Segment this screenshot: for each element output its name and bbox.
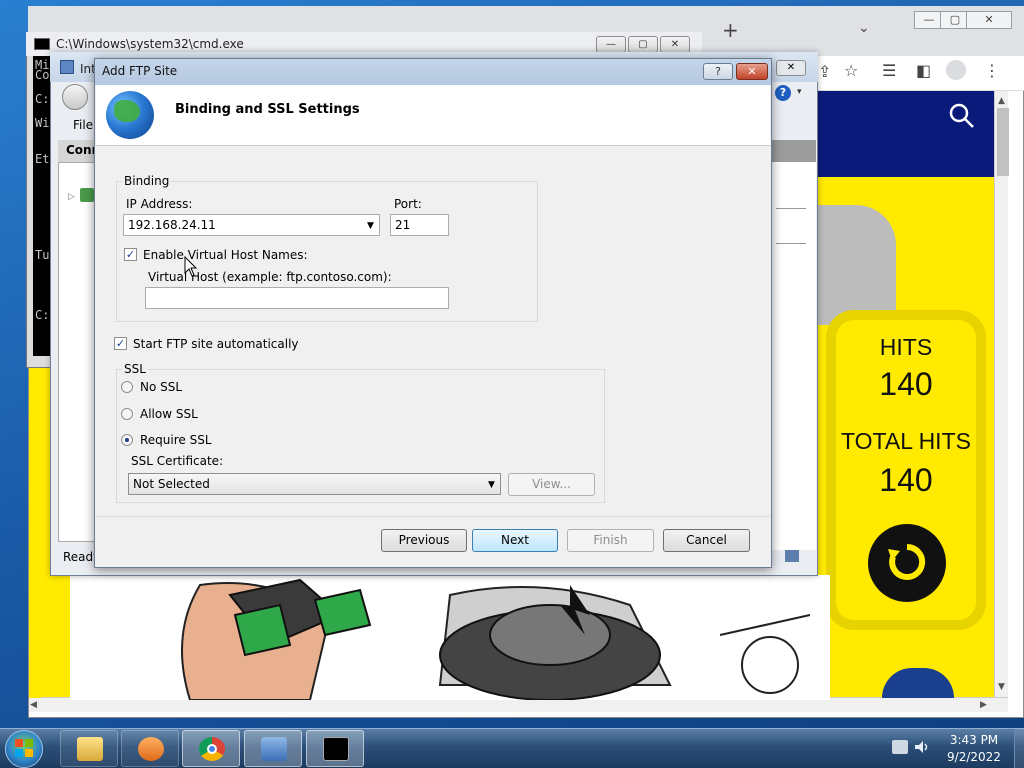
- cartoon-illustration: [70, 575, 830, 700]
- total-hits-value: 140: [879, 462, 933, 498]
- show-desktop-button[interactable]: [1014, 729, 1024, 768]
- chrome-close-button[interactable]: ✕: [966, 11, 1012, 29]
- iis-help-icon[interactable]: ?: [775, 85, 791, 101]
- divider: [776, 208, 806, 209]
- network-status-icon: [785, 550, 799, 562]
- divider: [96, 516, 770, 517]
- iis-close-button[interactable]: ✕: [776, 60, 806, 76]
- chrome-icon-center: [207, 744, 217, 754]
- volume-tray-icon[interactable]: [914, 740, 930, 754]
- iis-app-icon: [60, 60, 74, 74]
- allow-ssl-radio[interactable]: [121, 408, 133, 420]
- previous-button[interactable]: Previous: [381, 529, 467, 552]
- cmd-line: C:: [35, 308, 50, 322]
- new-tab-button[interactable]: +: [722, 18, 739, 42]
- cmd-app-icon: [34, 38, 50, 50]
- page-heading: Binding and SSL Settings: [175, 102, 360, 117]
- dialog-help-button[interactable]: ?: [703, 63, 733, 80]
- virtual-host-input[interactable]: [145, 287, 449, 309]
- connections-tree[interactable]: [58, 162, 98, 542]
- clock-time[interactable]: 3:43 PM: [940, 733, 1008, 747]
- view-certificate-button[interactable]: View...: [508, 473, 595, 496]
- network-tray-icon[interactable]: [892, 740, 908, 754]
- share-icon[interactable]: ⇪: [818, 62, 831, 81]
- cmd-title: C:\Windows\system32\cmd.exe: [56, 37, 244, 51]
- reset-arrow-icon: [888, 543, 926, 580]
- bookmark-star-icon[interactable]: ☆: [844, 61, 858, 80]
- server-node-icon[interactable]: [80, 188, 94, 202]
- scroll-up-arrow-icon[interactable]: ▲: [998, 96, 1005, 106]
- cmd-line: Co: [35, 68, 50, 82]
- allow-ssl-label: Allow SSL: [140, 407, 198, 421]
- cmd-line: C:: [35, 92, 50, 106]
- scroll-left-arrow-icon[interactable]: ◀: [30, 700, 37, 710]
- media-player-icon: [138, 737, 164, 761]
- chrome-menu-icon[interactable]: ⋮: [984, 61, 1000, 80]
- gray-decorative-panel: [818, 205, 896, 325]
- cancel-button[interactable]: Cancel: [663, 529, 750, 552]
- enable-virtual-host-label: Enable Virtual Host Names:: [143, 248, 308, 262]
- taskbar-chrome-button[interactable]: [182, 730, 240, 767]
- vertical-scrollbar[interactable]: [994, 91, 1008, 698]
- reading-list-icon[interactable]: ☰: [882, 61, 896, 80]
- dialog-close-button[interactable]: ✕: [736, 63, 768, 80]
- iis-right-pane: [772, 162, 816, 550]
- hits-value: 140: [879, 366, 933, 402]
- tree-expand-icon[interactable]: ▷: [68, 192, 75, 202]
- port-input[interactable]: 21: [390, 214, 449, 236]
- cmd-line: Et: [35, 152, 50, 166]
- start-automatically-checkbox[interactable]: ✓: [114, 337, 127, 350]
- enable-virtual-host-checkbox[interactable]: ✓: [124, 248, 137, 261]
- vertical-scrollbar-thumb[interactable]: [997, 108, 1009, 176]
- folder-icon: [77, 737, 103, 761]
- search-icon[interactable]: [948, 102, 976, 130]
- cmd-line: Wi: [35, 116, 50, 130]
- cmd-line: Tu: [35, 248, 50, 262]
- finish-button[interactable]: Finish: [567, 529, 654, 552]
- hits-label: HITS: [879, 334, 933, 360]
- ip-address-combo[interactable]: 192.168.24.11: [123, 214, 380, 236]
- ip-dropdown-arrow-icon[interactable]: ▼: [367, 221, 374, 231]
- require-ssl-radio[interactable]: [121, 434, 133, 446]
- require-ssl-label: Require SSL: [140, 433, 212, 447]
- profile-avatar-icon[interactable]: [946, 60, 966, 80]
- total-hits-label: TOTAL HITS: [841, 428, 971, 454]
- dialog-title: Add FTP Site: [102, 64, 178, 78]
- iis-manager-icon: [261, 737, 287, 761]
- scroll-right-arrow-icon[interactable]: ▶: [980, 700, 987, 710]
- help-dropdown-icon[interactable]: ▾: [797, 87, 802, 97]
- clock-date[interactable]: 9/2/2022: [940, 750, 1008, 764]
- next-button[interactable]: Next: [472, 529, 558, 552]
- file-menu[interactable]: File: [73, 118, 93, 132]
- windows-logo-icon: [15, 739, 33, 757]
- dialog-title-bar[interactable]: [95, 59, 771, 85]
- globe-land-shape: [114, 100, 140, 122]
- cmd-maximize-button[interactable]: ▢: [628, 36, 658, 53]
- mouse-cursor-icon: [184, 256, 198, 277]
- tab-search-chevron-icon[interactable]: ⌄: [858, 20, 870, 36]
- cmd-close-button[interactable]: ✕: [660, 36, 690, 53]
- no-ssl-label: No SSL: [140, 380, 183, 394]
- taskbar-cmd-button[interactable]: [306, 730, 364, 767]
- back-arrow-icon[interactable]: [62, 84, 88, 110]
- binding-group-label: Binding: [122, 174, 172, 188]
- scroll-down-arrow-icon[interactable]: ▼: [998, 682, 1005, 692]
- no-ssl-radio[interactable]: [121, 381, 133, 393]
- cmd-icon: [323, 737, 349, 761]
- taskbar-explorer-button[interactable]: [60, 730, 118, 767]
- iis-right-header: [770, 140, 816, 162]
- ssl-certificate-label: SSL Certificate:: [131, 454, 224, 468]
- ip-address-label: IP Address:: [126, 197, 193, 211]
- cmd-minimize-button[interactable]: —: [596, 36, 626, 53]
- start-automatically-label: Start FTP site automatically: [133, 337, 299, 351]
- ssl-cert-dropdown-arrow-icon[interactable]: ▼: [488, 480, 495, 490]
- ssl-certificate-dropdown[interactable]: Not Selected: [128, 473, 501, 495]
- taskbar-iis-manager-button[interactable]: [244, 730, 302, 767]
- ssl-group-label: SSL: [122, 362, 148, 376]
- divider: [776, 243, 806, 244]
- taskbar-media-player-button[interactable]: [121, 730, 179, 767]
- side-panel-icon[interactable]: ◧: [916, 61, 931, 80]
- port-label: Port:: [394, 197, 422, 211]
